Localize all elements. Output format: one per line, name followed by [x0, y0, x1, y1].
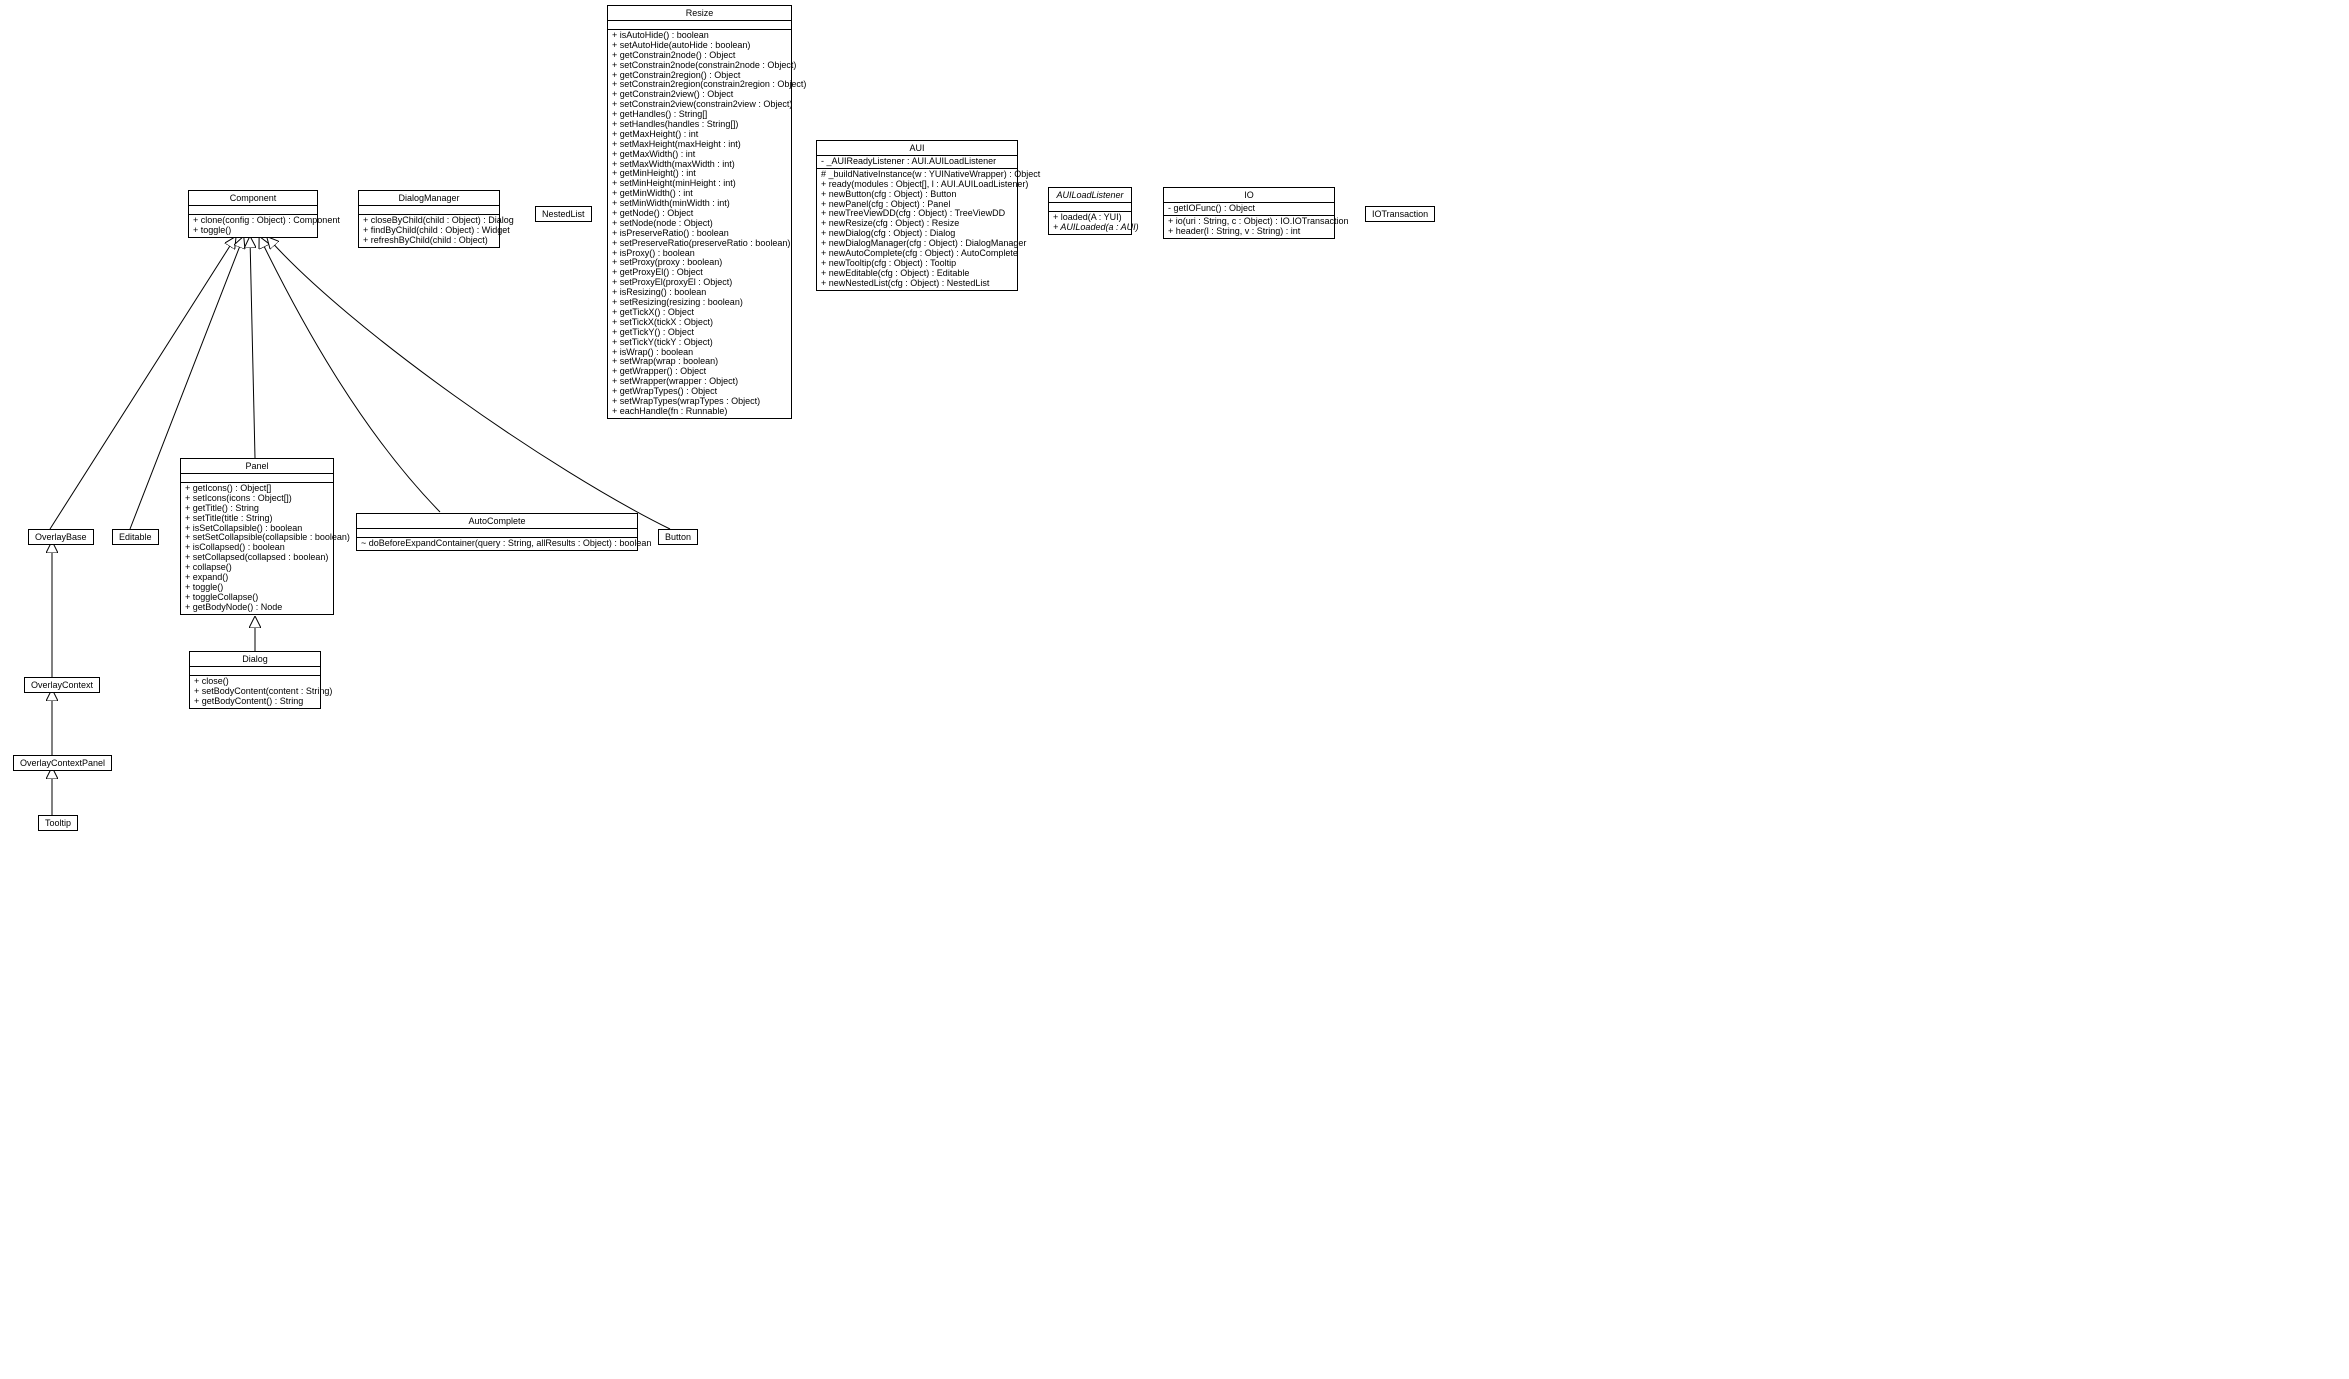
class-ops: + getIcons() : Object[]+ setIcons(icons … [181, 483, 333, 614]
class-dialog: Dialog + close() + setBodyContent(conten… [189, 651, 321, 709]
class-title: OverlayBase [29, 530, 93, 544]
class-title: OverlayContext [25, 678, 99, 692]
class-overlaycontext: OverlayContext [24, 677, 100, 693]
class-ops: + clone(config : Object) : Component + t… [189, 215, 317, 237]
class-title: Dialog [190, 652, 320, 667]
class-title: Resize [608, 6, 791, 21]
class-attrs [608, 21, 791, 30]
class-attrs [181, 474, 333, 483]
class-title: Panel [181, 459, 333, 474]
class-editable: Editable [112, 529, 159, 545]
class-ops: + isAutoHide() : boolean+ setAutoHide(au… [608, 30, 791, 418]
class-title: Component [189, 191, 317, 206]
class-attrs [1049, 203, 1131, 212]
class-title: DialogManager [359, 191, 499, 206]
class-ops: + closeByChild(child : Object) : Dialog … [359, 215, 499, 247]
class-title: Editable [113, 530, 158, 544]
class-attrs [359, 206, 499, 215]
class-ops: + loaded(A : YUI) + AUILoaded(a : AUI) [1049, 212, 1131, 234]
class-title: AUILoadListener [1049, 188, 1131, 203]
class-tooltip: Tooltip [38, 815, 78, 831]
class-title: IO [1164, 188, 1334, 203]
class-title: AutoComplete [357, 514, 637, 529]
class-attrs [190, 667, 320, 676]
class-panel: Panel + getIcons() : Object[]+ setIcons(… [180, 458, 334, 615]
class-ops: # _buildNativeInstance(w : YUINativeWrap… [817, 169, 1017, 290]
class-dialogmanager: DialogManager + closeByChild(child : Obj… [358, 190, 500, 248]
class-attrs: - _AUIReadyListener : AUI.AUILoadListene… [817, 156, 1017, 169]
class-nestedlist: NestedList [535, 206, 592, 222]
class-ops: + io(uri : String, c : Object) : IO.IOTr… [1164, 216, 1334, 238]
class-iotransaction: IOTransaction [1365, 206, 1435, 222]
class-auiloadlistener: AUILoadListener + loaded(A : YUI) + AUIL… [1048, 187, 1132, 235]
class-title: NestedList [536, 207, 591, 221]
class-aui: AUI - _AUIReadyListener : AUI.AUILoadLis… [816, 140, 1018, 291]
class-title: IOTransaction [1366, 207, 1434, 221]
class-component: Component + clone(config : Object) : Com… [188, 190, 318, 238]
class-io: IO - getIOFunc() : Object + io(uri : Str… [1163, 187, 1335, 239]
class-attrs [189, 206, 317, 215]
class-title: AUI [817, 141, 1017, 156]
class-ops: + close() + setBodyContent(content : Str… [190, 676, 320, 708]
class-autocomplete: AutoComplete ~ doBeforeExpandContainer(q… [356, 513, 638, 551]
class-title: Tooltip [39, 816, 77, 830]
class-title: OverlayContextPanel [14, 756, 111, 770]
class-button: Button [658, 529, 698, 545]
class-ops: ~ doBeforeExpandContainer(query : String… [357, 538, 637, 550]
class-overlaycontextpanel: OverlayContextPanel [13, 755, 112, 771]
class-overlaybase: OverlayBase [28, 529, 94, 545]
class-title: Button [659, 530, 697, 544]
class-attrs: - getIOFunc() : Object [1164, 203, 1334, 216]
class-attrs [357, 529, 637, 538]
class-resize: Resize + isAutoHide() : boolean+ setAuto… [607, 5, 792, 419]
